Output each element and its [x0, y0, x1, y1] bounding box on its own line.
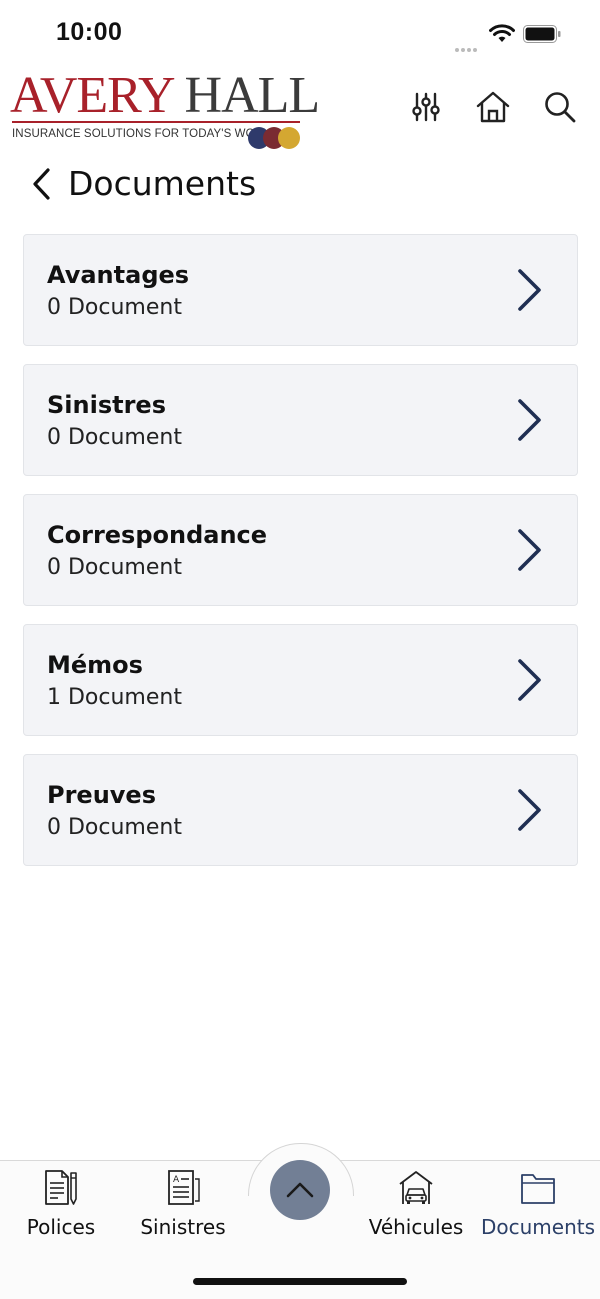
- category-count: 1 Document: [47, 685, 182, 710]
- tab-polices[interactable]: Polices: [1, 1165, 121, 1245]
- app-header: AVERY HALL INSURANCE SOLUTIONS FOR TODAY'…: [0, 62, 600, 152]
- home-indicator[interactable]: [193, 1278, 407, 1285]
- category-count: 0 Document: [47, 425, 182, 450]
- search-button[interactable]: [537, 84, 583, 130]
- document-category-avantages[interactable]: Avantages 0 Document: [23, 234, 578, 346]
- chevron-right-icon: [518, 529, 541, 571]
- chevron-right-icon: [518, 269, 541, 311]
- status-time: 10:00: [56, 18, 123, 46]
- category-name: Sinistres: [47, 391, 166, 419]
- tab-label: Sinistres: [140, 1215, 226, 1239]
- logo-circles: [248, 127, 304, 151]
- tab-label: Documents: [480, 1215, 596, 1239]
- chevron-up-icon: [286, 1182, 314, 1198]
- tab-vehicules[interactable]: Véhicules: [356, 1165, 476, 1245]
- category-count: 0 Document: [47, 295, 182, 320]
- tab-documents[interactable]: Documents: [478, 1165, 598, 1245]
- home-icon: [476, 91, 510, 123]
- chevron-right-icon: [518, 659, 541, 701]
- document-category-list: Avantages 0 Document Sinistres 0 Documen…: [23, 234, 578, 884]
- claim-form-icon: A: [168, 1170, 200, 1205]
- document-category-memos[interactable]: Mémos 1 Document: [23, 624, 578, 736]
- chevron-left-icon: [33, 168, 50, 200]
- page-title: Documents: [68, 164, 257, 203]
- category-name: Avantages: [47, 261, 190, 289]
- category-name: Preuves: [47, 781, 156, 809]
- car-garage-icon: [399, 1171, 433, 1204]
- document-category-correspondance[interactable]: Correspondance 0 Document: [23, 494, 578, 606]
- logo-tagline: INSURANCE SOLUTIONS FOR TODAY'S WORLD: [12, 128, 278, 140]
- logo-word-hall: HALL: [184, 67, 321, 124]
- search-icon: [545, 92, 576, 123]
- document-category-sinistres[interactable]: Sinistres 0 Document: [23, 364, 578, 476]
- page-title-row: Documents: [0, 160, 600, 210]
- expand-menu-button[interactable]: [270, 1160, 330, 1220]
- folder-icon: [521, 1174, 555, 1204]
- back-button[interactable]: [22, 164, 62, 204]
- svg-text:A: A: [173, 1175, 180, 1185]
- wifi-icon: [489, 24, 515, 42]
- category-count: 0 Document: [47, 815, 182, 840]
- chevron-right-icon: [518, 399, 541, 441]
- cellular-signal-icon: [455, 37, 483, 52]
- home-button[interactable]: [470, 84, 516, 130]
- logo-rule: [12, 121, 300, 123]
- logo-word-avery: AVERY: [10, 67, 176, 124]
- category-name: Correspondance: [47, 521, 268, 549]
- avery-hall-logo[interactable]: AVERY HALL INSURANCE SOLUTIONS FOR TODAY'…: [10, 68, 320, 149]
- status-bar: 10:00: [0, 0, 600, 62]
- sliders-icon: [412, 92, 440, 122]
- policy-document-icon: [45, 1170, 77, 1205]
- chevron-right-icon: [518, 789, 541, 831]
- category-count: 0 Document: [47, 555, 182, 580]
- battery-icon: [523, 25, 561, 43]
- filter-button[interactable]: [403, 84, 449, 130]
- document-category-preuves[interactable]: Preuves 0 Document: [23, 754, 578, 866]
- tab-label: Véhicules: [368, 1215, 464, 1239]
- tab-label: Polices: [26, 1215, 96, 1239]
- tab-sinistres[interactable]: A Sinistres: [123, 1165, 243, 1245]
- logo-wordmark: AVERY HALL: [10, 67, 321, 124]
- category-name: Mémos: [47, 651, 143, 679]
